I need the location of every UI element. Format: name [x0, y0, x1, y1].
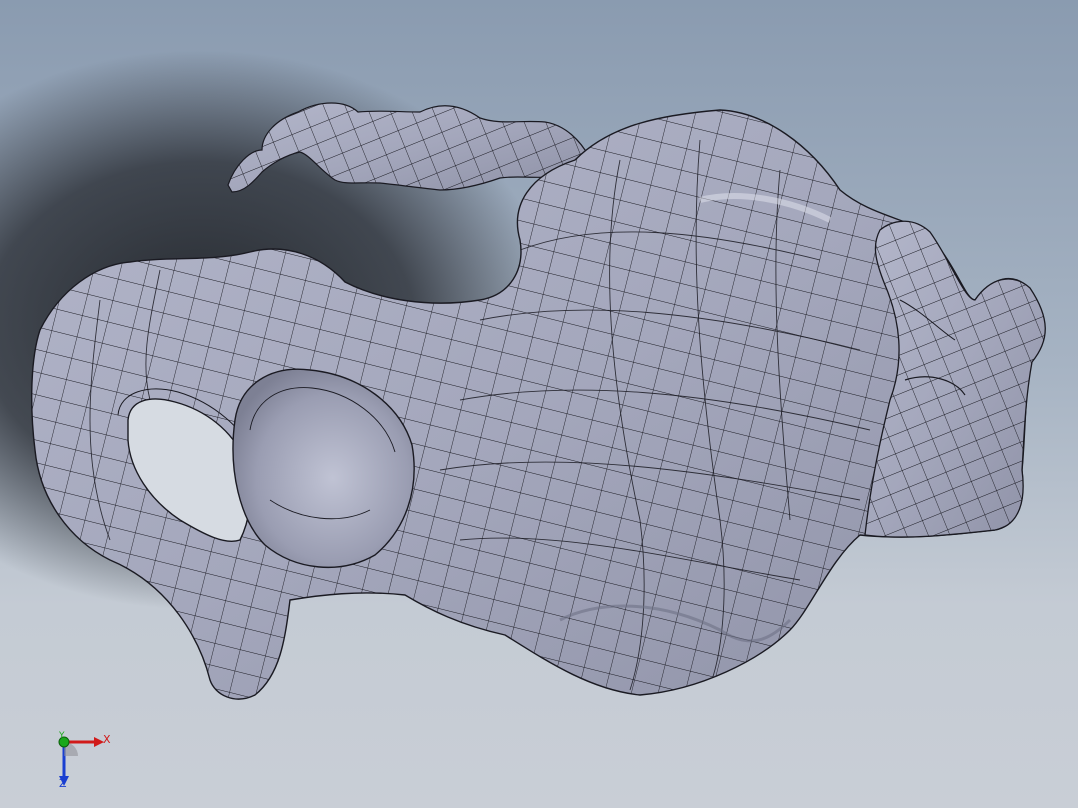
- graphics-viewport[interactable]: X Y Z: [0, 0, 1078, 808]
- orientation-triad: X Y Z: [48, 728, 118, 792]
- model-view[interactable]: [0, 0, 1078, 808]
- y-axis-label: Y: [59, 731, 65, 741]
- z-axis-label: Z: [59, 777, 67, 790]
- x-axis-label: X: [103, 733, 111, 746]
